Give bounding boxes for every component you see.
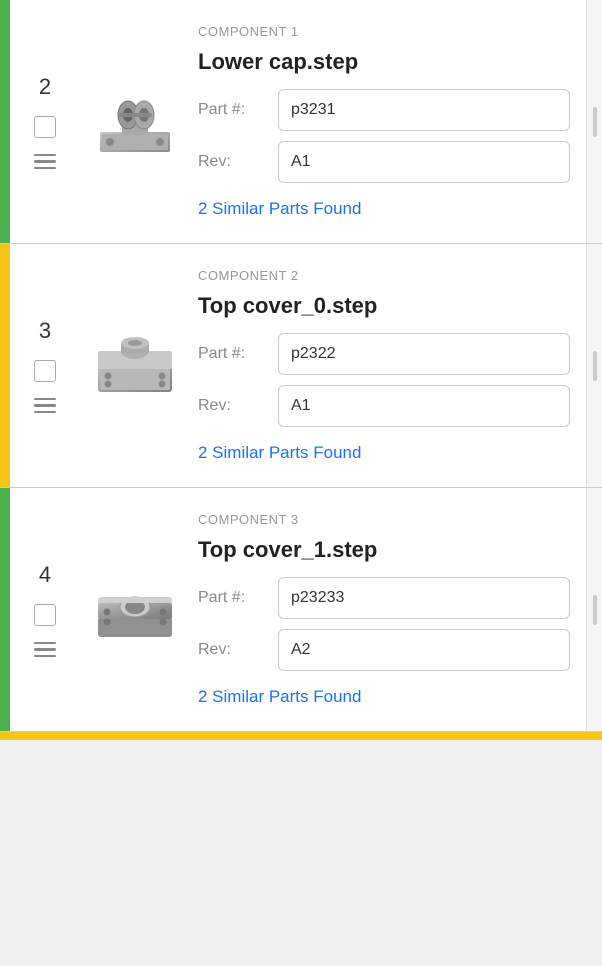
rev-row-3: Rev:	[198, 629, 570, 671]
component-row-1: 2	[0, 0, 602, 244]
component-label-3: COMPONENT 3	[198, 512, 570, 527]
side-controls-1: 2	[10, 0, 80, 243]
component-name-1: Lower cap.step	[198, 49, 570, 75]
part-number-row-1: Part #:	[198, 89, 570, 131]
bottom-bar	[0, 732, 602, 740]
right-handle-dot-1	[593, 107, 597, 137]
rev-label-2: Rev:	[198, 397, 268, 415]
side-controls-3: 4	[10, 488, 80, 731]
right-handle-dot-2	[593, 351, 597, 381]
hamburger-icon-2[interactable]	[34, 398, 56, 414]
part-number-row-2: Part #:	[198, 333, 570, 375]
rev-label-1: Rev:	[198, 153, 268, 171]
similar-parts-link-1[interactable]: 2 Similar Parts Found	[198, 199, 570, 219]
hamburger-icon-1[interactable]	[34, 154, 56, 170]
rev-row-2: Rev:	[198, 385, 570, 427]
content-area-3: COMPONENT 3 Top cover_1.step Part #: Rev…	[190, 488, 586, 731]
row-number-1: 2	[39, 74, 51, 100]
content-area-1: COMPONENT 1 Lower cap.step Part #: Rev: …	[190, 0, 586, 243]
similar-parts-link-3[interactable]: 2 Similar Parts Found	[198, 687, 570, 707]
part-number-label-2: Part #:	[198, 345, 268, 363]
thumbnail-area-3	[80, 488, 190, 731]
part-thumbnail-1	[90, 77, 180, 167]
hamburger-icon-3[interactable]	[34, 642, 56, 658]
part-number-label-3: Part #:	[198, 589, 268, 607]
part-thumbnail-2	[90, 321, 180, 411]
left-bar-2	[0, 244, 10, 487]
component-label-1: COMPONENT 1	[198, 24, 570, 39]
row-number-3: 4	[39, 562, 51, 588]
part-number-label-1: Part #:	[198, 101, 268, 119]
checkbox-2[interactable]	[34, 360, 56, 382]
component-label-2: COMPONENT 2	[198, 268, 570, 283]
similar-parts-link-2[interactable]: 2 Similar Parts Found	[198, 443, 570, 463]
right-handle-1	[586, 0, 602, 243]
component-name-3: Top cover_1.step	[198, 537, 570, 563]
thumbnail-area-2	[80, 244, 190, 487]
component-name-2: Top cover_0.step	[198, 293, 570, 319]
checkbox-3[interactable]	[34, 604, 56, 626]
checkbox-1[interactable]	[34, 116, 56, 138]
part-number-input-1[interactable]	[278, 89, 570, 131]
thumbnail-area-1	[80, 0, 190, 243]
part-thumbnail-3	[90, 565, 180, 655]
rev-input-1[interactable]	[278, 141, 570, 183]
rev-input-2[interactable]	[278, 385, 570, 427]
rev-row-1: Rev:	[198, 141, 570, 183]
part-number-row-3: Part #:	[198, 577, 570, 619]
left-bar-3	[0, 488, 10, 731]
part-number-input-3[interactable]	[278, 577, 570, 619]
content-area-2: COMPONENT 2 Top cover_0.step Part #: Rev…	[190, 244, 586, 487]
component-row-3: 4	[0, 488, 602, 732]
row-number-2: 3	[39, 318, 51, 344]
right-handle-2	[586, 244, 602, 487]
part-number-input-2[interactable]	[278, 333, 570, 375]
rev-label-3: Rev:	[198, 641, 268, 659]
component-row-2: 3	[0, 244, 602, 488]
right-handle-3	[586, 488, 602, 731]
side-controls-2: 3	[10, 244, 80, 487]
left-bar-1	[0, 0, 10, 243]
right-handle-dot-3	[593, 595, 597, 625]
rev-input-3[interactable]	[278, 629, 570, 671]
